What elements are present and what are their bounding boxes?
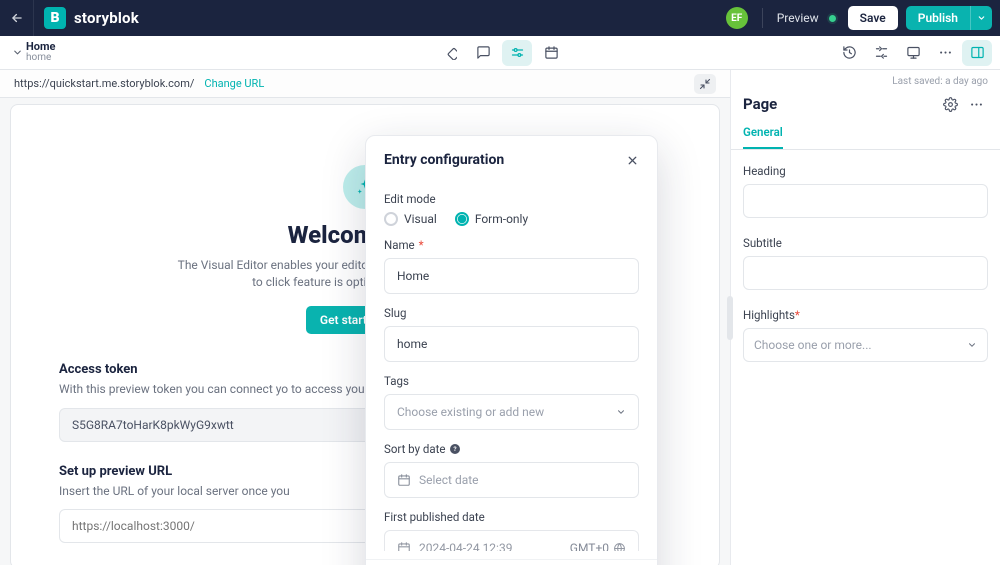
tab-general[interactable]: General	[743, 125, 783, 149]
last-saved-label: Last saved: a day ago	[731, 70, 1000, 87]
firstpub-value: 2024-04-24 12:39	[419, 541, 512, 551]
preview-button[interactable]: Preview	[771, 11, 825, 25]
sortdate-label: Sort by date ?	[384, 442, 639, 456]
editmode-formonly-radio[interactable]: Form-only	[455, 212, 528, 226]
editmode-visual-radio[interactable]: Visual	[384, 212, 437, 226]
sidepanel-more-icon[interactable]	[964, 93, 988, 115]
chevron-down-icon	[616, 407, 626, 417]
firstpub-input[interactable]: 2024-04-24 12:39 GMT+0	[384, 530, 639, 551]
publish-dropdown-button[interactable]	[970, 6, 992, 30]
slug-input[interactable]	[384, 326, 639, 362]
user-avatar[interactable]: EF	[726, 7, 748, 29]
change-url-link[interactable]: Change URL	[204, 77, 264, 90]
subtitle-input[interactable]	[743, 256, 988, 290]
save-button[interactable]: Save	[848, 6, 898, 30]
schedule-tab-icon[interactable]	[536, 40, 566, 66]
brand-mark: B	[44, 7, 66, 29]
calendar-icon	[397, 541, 411, 551]
name-label: Name *	[384, 238, 639, 252]
tags-select[interactable]: Choose existing or add new	[384, 394, 639, 430]
globe-icon	[613, 542, 626, 552]
brand-name: storyblok	[74, 9, 139, 27]
workflows-icon[interactable]	[866, 40, 896, 66]
firstpub-label: First published date	[384, 510, 639, 524]
name-input[interactable]	[384, 258, 639, 294]
divider	[762, 8, 763, 28]
help-icon[interactable]: ?	[449, 443, 461, 455]
highlights-placeholder: Choose one or more...	[754, 338, 872, 352]
sidepanel-title: Page	[743, 95, 777, 113]
heading-input[interactable]	[743, 184, 988, 218]
chevron-down-icon	[8, 47, 26, 58]
editmode-label: Edit mode	[384, 192, 639, 206]
tags-label: Tags	[384, 374, 639, 388]
tags-placeholder: Choose existing or add new	[397, 405, 544, 419]
breadcrumb-slug: home	[26, 52, 55, 64]
highlights-field-label: Highlights*	[743, 308, 988, 322]
entry-config-tab-icon[interactable]	[502, 40, 532, 66]
editmode-formonly-label: Form-only	[475, 212, 528, 226]
brand-logo[interactable]: B storyblok	[34, 7, 139, 29]
side-panel-toggle-icon[interactable]	[962, 40, 992, 66]
highlights-select[interactable]: Choose one or more...	[743, 328, 988, 362]
chevron-down-icon	[967, 340, 977, 350]
modal-close-button[interactable]	[626, 154, 639, 167]
entry-configuration-modal: Entry configuration Edit mode Visual For…	[365, 135, 658, 565]
editmode-visual-label: Visual	[404, 212, 437, 226]
breadcrumb-title: Home	[26, 41, 55, 52]
sortdate-input[interactable]: Select date	[384, 462, 639, 498]
firstpub-tz: GMT+0	[570, 541, 609, 551]
right-side-panel: Last saved: a day ago Page General Headi…	[730, 70, 1000, 565]
subtitle-field-label: Subtitle	[743, 236, 988, 250]
preview-url-text: https://quickstart.me.storyblok.com/	[14, 77, 194, 90]
collapse-preview-button[interactable]	[694, 74, 716, 94]
slug-label: Slug	[384, 306, 639, 320]
more-menu-icon[interactable]	[930, 40, 960, 66]
sortdate-placeholder: Select date	[419, 473, 479, 487]
heading-field-label: Heading	[743, 164, 988, 178]
design-tab-icon[interactable]	[434, 40, 464, 66]
radio-icon	[455, 212, 469, 226]
calendar-icon	[397, 473, 411, 487]
back-button[interactable]	[0, 0, 34, 36]
device-preview-icon[interactable]	[898, 40, 928, 66]
history-icon[interactable]	[834, 40, 864, 66]
sidepanel-settings-icon[interactable]	[938, 93, 962, 115]
resize-handle[interactable]	[727, 296, 733, 340]
radio-icon	[384, 212, 398, 226]
publish-status-indicator	[829, 15, 836, 22]
modal-title: Entry configuration	[384, 152, 504, 168]
publish-button[interactable]: Publish	[906, 6, 970, 30]
breadcrumb[interactable]: Home home	[0, 41, 55, 64]
svg-text:?: ?	[454, 445, 457, 453]
comments-tab-icon[interactable]	[468, 40, 498, 66]
